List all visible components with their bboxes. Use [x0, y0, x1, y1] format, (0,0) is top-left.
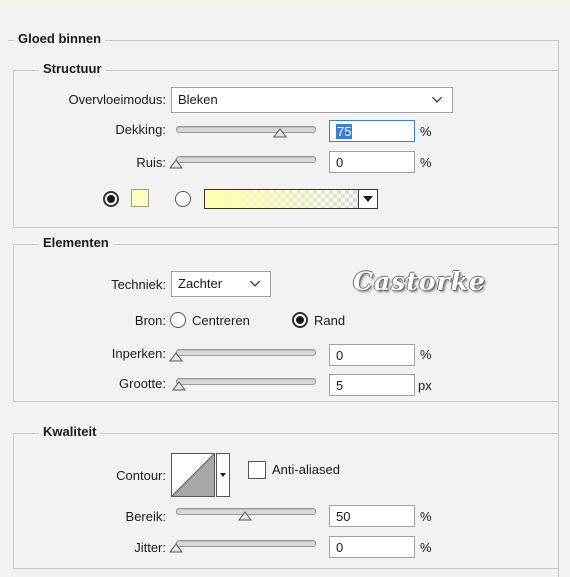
choke-unit: % [420, 347, 432, 362]
chevron-down-icon [249, 280, 261, 287]
jitter-input[interactable]: 0 [329, 536, 415, 558]
chevron-down-icon [431, 96, 443, 103]
choke-input[interactable]: 0 [329, 344, 415, 366]
size-label: Grootte: [119, 376, 166, 391]
choke-slider-track[interactable] [176, 349, 316, 356]
range-label: Bereik: [125, 509, 166, 524]
elements-title: Elementen [39, 235, 113, 250]
triangle-down-icon [363, 196, 373, 202]
size-value: 5 [336, 378, 344, 393]
opacity-label: Dekking: [115, 122, 166, 137]
size-slider-track[interactable] [176, 378, 316, 385]
range-slider-thumb[interactable] [238, 511, 252, 521]
quality-title: Kwaliteit [39, 424, 101, 439]
source-edge-label: Rand [314, 313, 346, 328]
contour-linear-icon [172, 454, 214, 496]
jitter-value: 0 [336, 540, 344, 555]
jitter-slider-track[interactable] [176, 540, 316, 547]
noise-value: 0 [336, 155, 344, 170]
watermark-text: Castorke [353, 267, 486, 296]
jitter-unit: % [420, 540, 432, 555]
source-edge-radio[interactable] [292, 312, 308, 328]
opacity-input[interactable]: 75 [329, 120, 415, 142]
range-unit: % [420, 509, 432, 524]
noise-label: Ruis: [136, 155, 166, 170]
noise-input[interactable]: 0 [329, 151, 415, 173]
jitter-slider-thumb[interactable] [169, 543, 183, 553]
blend-mode-label: Overvloeimodus: [68, 92, 166, 107]
opacity-value: 75 [336, 124, 353, 139]
contour-label: Contour: [116, 468, 166, 483]
source-center-label: Centreren [192, 313, 250, 328]
opacity-slider-thumb[interactable] [272, 128, 287, 138]
gradient-dropdown-button[interactable] [358, 189, 378, 209]
technique-select[interactable]: Zachter [171, 271, 271, 297]
size-input[interactable]: 5 [329, 374, 415, 396]
choke-label: Inperken: [111, 346, 166, 361]
choke-slider-thumb[interactable] [169, 352, 183, 362]
choke-value: 0 [336, 348, 344, 363]
technique-label: Techniek: [111, 277, 166, 292]
range-value: 50 [336, 509, 351, 524]
source-center-radio[interactable] [170, 312, 186, 328]
panel-title: Gloed binnen [14, 31, 106, 46]
contour-dropdown-button[interactable] [216, 453, 230, 497]
size-slider-thumb[interactable] [171, 381, 186, 391]
technique-value: Zachter [178, 276, 223, 291]
glow-gradient-preview[interactable] [204, 189, 359, 209]
solid-color-radio[interactable] [103, 191, 119, 207]
range-input[interactable]: 50 [329, 505, 415, 527]
triangle-down-icon [220, 473, 226, 477]
contour-preview[interactable] [171, 453, 215, 497]
noise-slider-track[interactable] [176, 156, 316, 163]
glow-color-swatch[interactable] [131, 189, 149, 207]
top-strip [0, 0, 570, 8]
noise-slider-thumb[interactable] [169, 159, 183, 169]
noise-unit: % [420, 155, 432, 170]
structure-title: Structuur [39, 61, 106, 76]
blend-mode-select[interactable]: Bleken [171, 87, 453, 113]
opacity-unit: % [420, 124, 432, 139]
source-label: Bron: [134, 313, 166, 328]
size-unit: px [418, 378, 432, 393]
blend-mode-value: Bleken [178, 92, 218, 107]
jitter-label: Jitter: [134, 540, 166, 555]
anti-aliased-label: Anti-aliased [272, 462, 340, 477]
anti-aliased-checkbox[interactable] [248, 461, 266, 479]
opacity-slider-track[interactable] [176, 126, 316, 133]
gradient-radio[interactable] [175, 191, 191, 207]
